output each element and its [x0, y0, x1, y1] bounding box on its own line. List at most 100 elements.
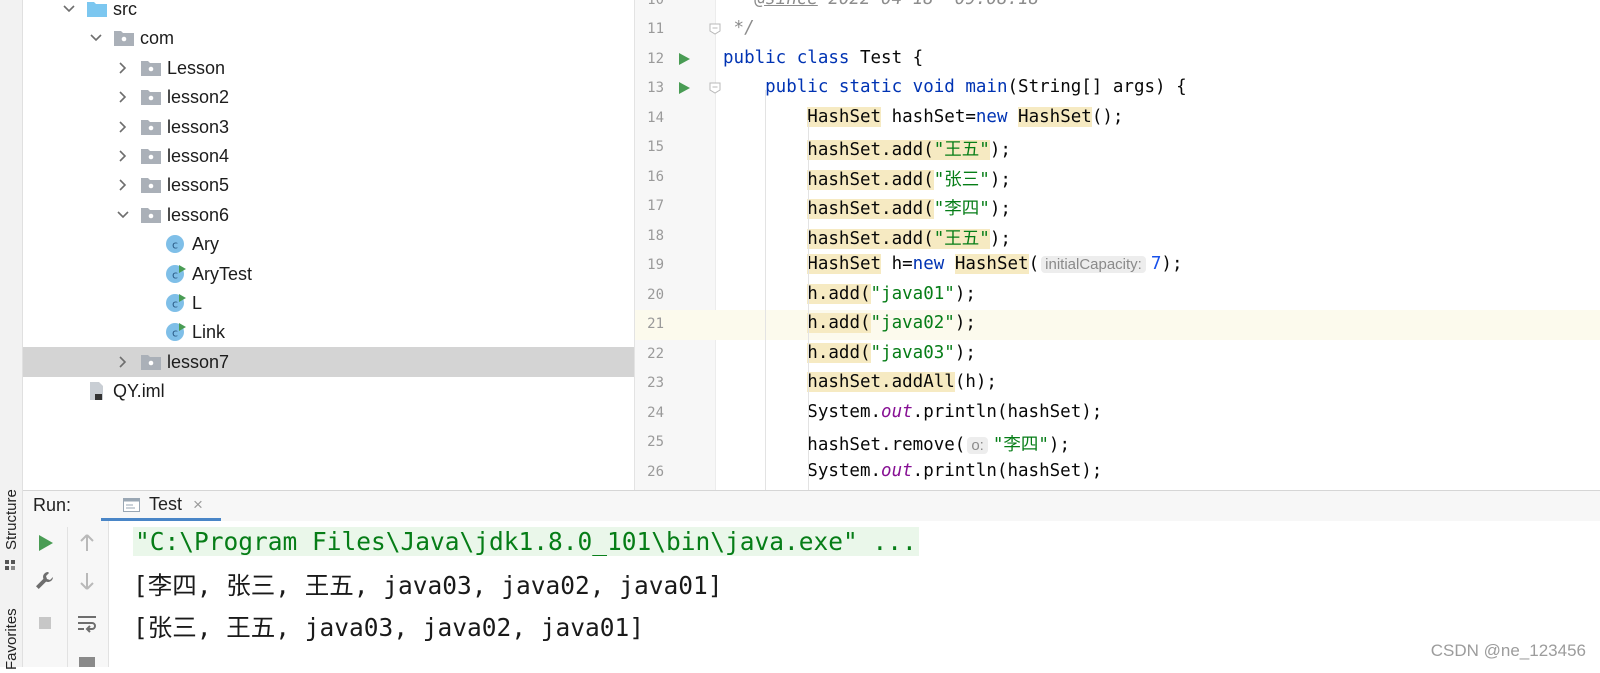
- code-line[interactable]: 17 hashSet.add("李四");: [635, 192, 1600, 222]
- fold-icon[interactable]: [709, 23, 721, 35]
- code-line[interactable]: 24 System.out.println(hashSet);: [635, 399, 1600, 429]
- tree-item-lesson6[interactable]: lesson6: [23, 200, 634, 230]
- svg-text:c: c: [172, 239, 178, 252]
- code-text: h.add("java03");: [723, 342, 976, 363]
- tree-item-lesson2[interactable]: lesson2: [23, 82, 634, 112]
- console-output[interactable]: "C:\Program Files\Java\jdk1.8.0_101\bin\…: [109, 521, 1600, 667]
- package-icon: [140, 87, 162, 107]
- arrow-down-icon[interactable]: [75, 569, 99, 593]
- code-line[interactable]: 16 hashSet.add("张三");: [635, 163, 1600, 193]
- rerun-icon[interactable]: [33, 531, 57, 555]
- chevron-down-icon[interactable]: [62, 2, 76, 16]
- code-token: HashSet: [807, 106, 882, 127]
- code-token: out: [881, 460, 913, 481]
- code-token: );: [1048, 435, 1070, 455]
- code-line[interactable]: 18 hashSet.add("王五");: [635, 222, 1600, 252]
- code-line[interactable]: 10 * @since 2022-04-18 09:08:18: [635, 0, 1600, 15]
- code-token: static: [838, 77, 913, 97]
- code-line[interactable]: 23 hashSet.addAll(h);: [635, 369, 1600, 399]
- code-text: hashSet.add("李四");: [723, 195, 1011, 220]
- tree-item-label: Link: [192, 322, 226, 343]
- code-token: (: [1028, 254, 1040, 274]
- code-text: hashSet.add("王五");: [723, 136, 1011, 161]
- fold-icon[interactable]: [709, 82, 721, 94]
- code-token: );: [989, 199, 1011, 219]
- run-gutter-icon[interactable]: [677, 81, 691, 95]
- code-text: HashSet h=new HashSet(initialCapacity: 7)…: [723, 254, 1182, 274]
- run-tab-test[interactable]: Test ×: [101, 491, 221, 521]
- line-number: 21: [647, 316, 664, 332]
- code-line[interactable]: 22 h.add("java03");: [635, 340, 1600, 370]
- code-editor[interactable]: 10 * @since 2022-04-18 09:08:1811 */12pu…: [635, 0, 1600, 490]
- code-token: new: [912, 254, 955, 274]
- favorites-tab-label: Favorites: [3, 608, 20, 670]
- code-token: .println(hashSet);: [912, 460, 1103, 481]
- stop-icon[interactable]: [33, 611, 57, 635]
- code-line[interactable]: 20 h.add("java01");: [635, 281, 1600, 311]
- code-line[interactable]: 14 HashSet hashSet=new HashSet();: [635, 104, 1600, 134]
- tree-item-link[interactable]: c Link: [23, 317, 634, 347]
- chevron-right-icon[interactable]: [116, 120, 130, 134]
- tree-item-lesson3[interactable]: lesson3: [23, 112, 634, 142]
- module-file-icon: [86, 381, 108, 401]
- code-line[interactable]: 15 hashSet.add("王五");: [635, 133, 1600, 163]
- tree-item-com[interactable]: com: [23, 23, 634, 53]
- svg-text:c: c: [172, 268, 178, 281]
- console-line: "C:\Program Files\Java\jdk1.8.0_101\bin\…: [133, 527, 919, 556]
- chevron-right-icon[interactable]: [116, 61, 130, 75]
- code-line[interactable]: 25 hashSet.remove(o: "李四");: [635, 428, 1600, 458]
- tree-item-label: lesson7: [167, 351, 230, 372]
- code-token: "李四": [933, 199, 990, 219]
- tree-item-qy-iml[interactable]: QY.iml: [23, 376, 634, 406]
- chevron-right-icon[interactable]: [116, 178, 130, 192]
- tree-item-label: L: [192, 293, 203, 313]
- chevron-right-icon[interactable]: [116, 355, 130, 369]
- tree-item-l[interactable]: cL: [23, 288, 634, 318]
- line-number: 18: [647, 227, 664, 244]
- code-token: out: [881, 401, 913, 422]
- chevron-right-icon[interactable]: [116, 90, 130, 104]
- scroll-to-end-icon[interactable]: [75, 649, 99, 673]
- console-line: [张三, 王五, java03, java02, java01]: [133, 613, 645, 642]
- code-token: hashSet.add(: [807, 140, 934, 160]
- chevron-down-icon[interactable]: [89, 31, 103, 45]
- code-line[interactable]: 19 HashSet h=new HashSet(initialCapacity…: [635, 251, 1600, 281]
- code-token: 2022-04-18 09:08:18: [818, 0, 1039, 9]
- line-number: 20: [647, 286, 664, 303]
- tree-item-label: lesson2: [167, 87, 230, 108]
- tree-item-label: lesson4: [167, 146, 230, 166]
- run-gutter-icon[interactable]: [677, 52, 691, 66]
- tree-item-label: QY.iml: [113, 381, 165, 402]
- code-line[interactable]: 26 System.out.println(hashSet);: [635, 458, 1600, 488]
- tree-item-lesson7[interactable]: lesson7: [23, 346, 634, 377]
- tree-item-lesson5[interactable]: lesson5: [23, 170, 634, 200]
- code-line[interactable]: 21 h.add("java02");: [635, 310, 1600, 340]
- tree-item-label: lesson3: [167, 116, 230, 137]
- wrench-icon[interactable]: [33, 569, 57, 593]
- arrow-up-icon[interactable]: [75, 531, 99, 555]
- console-line: [李四, 张三, 王五, java03, java02, java01]: [133, 571, 723, 600]
- code-token: "张三": [933, 169, 990, 190]
- favorites-tool-tab[interactable]: Favorites: [0, 600, 22, 670]
- tree-item-arytest[interactable]: c AryTest: [23, 259, 634, 289]
- tree-item-lesson[interactable]: Lesson: [23, 53, 634, 83]
- chevron-down-icon[interactable]: [116, 208, 130, 222]
- code-token: );: [954, 313, 976, 333]
- code-line[interactable]: 12 public class Test {: [635, 45, 1600, 75]
- tree-item-src[interactable]: src: [23, 0, 634, 24]
- line-number: 17: [647, 198, 664, 214]
- tree-item-label: AryTest: [192, 263, 253, 284]
- line-number: 12: [647, 50, 664, 67]
- structure-icon: [5, 560, 16, 571]
- code-line[interactable]: 13 public static void main(String[] args…: [635, 74, 1600, 104]
- chevron-right-icon[interactable]: [116, 149, 130, 163]
- close-tab-icon[interactable]: ×: [193, 495, 203, 515]
- line-number: 19: [647, 257, 664, 273]
- tree-item-lesson4[interactable]: lesson4: [23, 141, 634, 171]
- code-line[interactable]: 11 */: [635, 15, 1600, 45]
- code-token: @since: [755, 0, 818, 9]
- tree-item-ary[interactable]: c Ary: [23, 229, 634, 259]
- soft-wrap-icon[interactable]: [75, 611, 99, 635]
- parameter-hint: o:: [967, 437, 988, 454]
- code-token: class: [796, 47, 860, 68]
